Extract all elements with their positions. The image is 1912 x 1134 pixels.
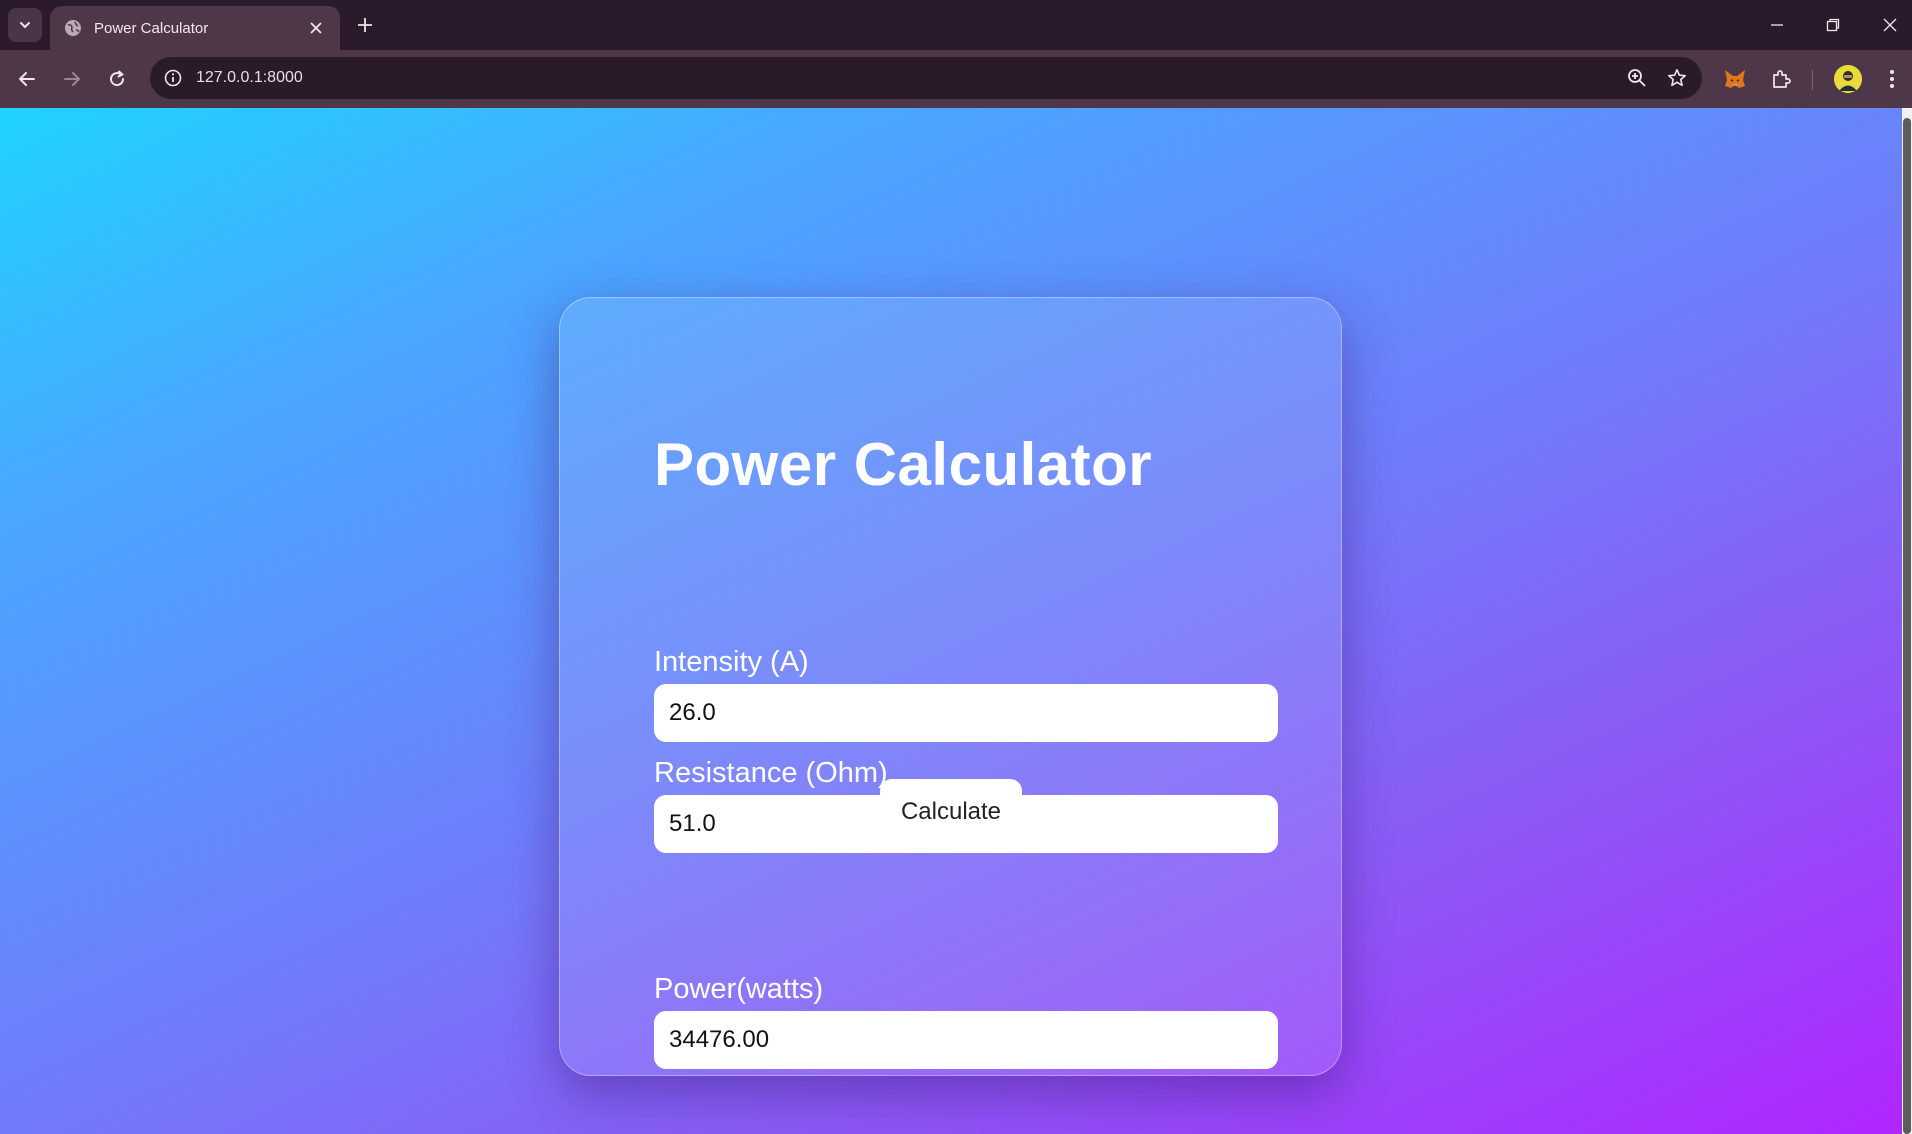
- site-info-button[interactable]: [162, 67, 184, 89]
- profile-avatar-icon: [1834, 65, 1862, 93]
- active-tab[interactable]: Power Calculator: [50, 6, 340, 50]
- profile-avatar-button[interactable]: [1834, 65, 1862, 93]
- power-label: Power(watts): [654, 973, 824, 1005]
- url-text[interactable]: 127.0.0.1:8000: [196, 69, 1622, 87]
- info-icon: [164, 69, 182, 87]
- calculator-card: Power Calculator Intensity (A) Resistanc…: [559, 297, 1342, 1076]
- toolbar-divider: [1812, 70, 1813, 90]
- close-icon: [310, 22, 322, 34]
- browser-toolbar: 127.0.0.1:8000: [0, 50, 1912, 108]
- arrow-right-icon: [64, 72, 80, 86]
- forward-button[interactable]: [57, 64, 87, 94]
- reload-icon: [110, 70, 125, 87]
- chevron-down-icon: [20, 22, 30, 29]
- scrollbar-thumb[interactable]: [1903, 118, 1911, 1134]
- zoom-in-icon: [1628, 69, 1646, 87]
- page-scrollbar[interactable]: [1902, 108, 1912, 1134]
- tab-close-button[interactable]: [306, 18, 326, 38]
- calculate-button[interactable]: Calculate: [880, 779, 1022, 845]
- back-button[interactable]: [12, 64, 42, 94]
- globe-icon: [65, 20, 81, 36]
- close-window-button[interactable]: [1877, 12, 1903, 38]
- close-icon: [1883, 18, 1897, 32]
- page-viewport: Power Calculator Intensity (A) Resistanc…: [0, 108, 1902, 1134]
- plus-icon: [358, 18, 372, 32]
- more-vert-icon: [1890, 70, 1894, 88]
- intensity-label: Intensity (A): [654, 646, 809, 678]
- address-bar[interactable]: 127.0.0.1:8000: [150, 57, 1702, 99]
- intensity-input[interactable]: [654, 684, 1278, 742]
- zoom-button[interactable]: [1622, 63, 1652, 93]
- minimize-button[interactable]: [1764, 12, 1790, 38]
- power-output-field[interactable]: [654, 1011, 1278, 1069]
- extensions-button[interactable]: [1766, 64, 1796, 94]
- puzzle-icon: [1773, 70, 1791, 88]
- arrow-left-icon: [19, 72, 35, 86]
- new-tab-button[interactable]: [352, 12, 378, 38]
- tab-search-button[interactable]: [8, 8, 42, 42]
- reload-button[interactable]: [102, 64, 132, 94]
- bookmark-button[interactable]: [1662, 63, 1692, 93]
- metamask-extension-button[interactable]: [1720, 64, 1750, 94]
- restore-icon: [1826, 18, 1840, 32]
- browser-tab-bar: Power Calculator: [0, 0, 1912, 50]
- fox-icon: [1725, 70, 1745, 88]
- minimize-icon: [1771, 24, 1783, 26]
- tab-title: Power Calculator: [94, 19, 209, 37]
- star-icon: [1668, 69, 1686, 87]
- resistance-label: Resistance (Ohm): [654, 757, 888, 789]
- restore-button[interactable]: [1820, 12, 1846, 38]
- page-title: Power Calculator: [654, 431, 1153, 498]
- browser-menu-button[interactable]: [1877, 64, 1907, 94]
